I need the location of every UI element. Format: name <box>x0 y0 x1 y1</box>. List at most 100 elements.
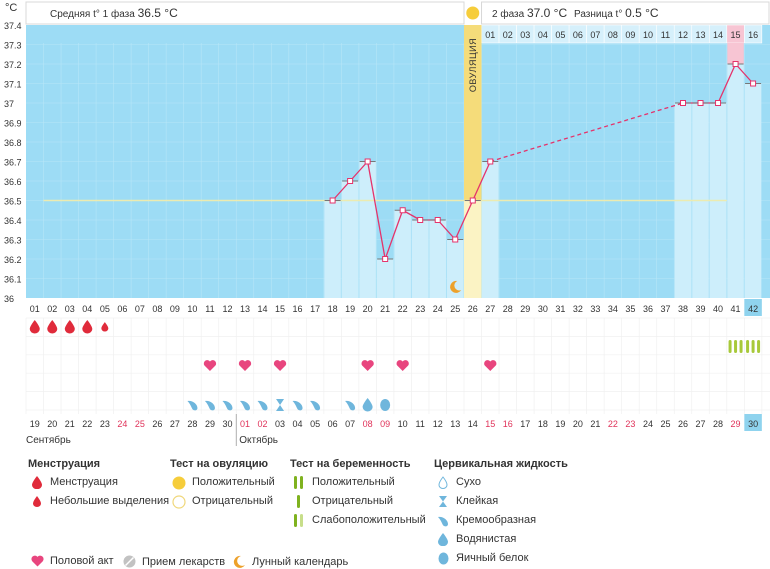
ovulation-label: ОВУЛЯЦИЯ <box>468 38 478 92</box>
y-tick-label: 36.7 <box>4 158 22 168</box>
calendar-date-label: 20 <box>573 419 583 429</box>
cycle-day-label: 07 <box>135 304 145 314</box>
cycle-day-label: 09 <box>170 304 180 314</box>
y-tick-label: 37 <box>4 99 14 109</box>
cycle-day-label: 08 <box>152 304 162 314</box>
phase2-day-label: 16 <box>748 30 758 40</box>
cycle-day-label: 31 <box>555 304 565 314</box>
legend-fluid-item: Яичный белок <box>434 549 568 568</box>
pregnancy-test-icon <box>746 340 750 353</box>
cycle-day-label: 40 <box>713 304 723 314</box>
cycle-day-label: 28 <box>503 304 513 314</box>
moon-icon <box>230 555 248 569</box>
legend-label: Сухо <box>456 476 481 488</box>
cycle-day-label: 36 <box>643 304 653 314</box>
temperature-difference: Разница t° 0.5 °C <box>574 6 659 20</box>
temperature-bar <box>411 220 429 298</box>
cycle-day-label: 25 <box>450 304 460 314</box>
two-lines-icon <box>290 476 308 489</box>
phase2-day-label: 01 <box>485 30 495 40</box>
highlight-bar <box>727 43 744 64</box>
phase1-value: 36.5 °C <box>138 6 178 20</box>
legend-label: Прием лекарств <box>142 555 226 568</box>
diff-label: Разница t° <box>574 9 625 20</box>
cycle-day-label: 04 <box>82 304 92 314</box>
temperature-point <box>680 100 686 106</box>
temperature-point <box>750 80 757 87</box>
legend-label: Клейкая <box>456 495 499 507</box>
diff-value: 0.5 °C <box>625 6 659 20</box>
legend-label: Положительный <box>192 476 275 488</box>
calendar-date-label: 28 <box>713 419 723 429</box>
phase2-day-label: 06 <box>573 30 583 40</box>
y-tick-label: 37.3 <box>4 41 22 51</box>
legend-menstruation: Менструация Менструация Небольшие выделе… <box>28 455 169 511</box>
calendar-date-label: 17 <box>520 419 530 429</box>
calendar-date-label: 12 <box>433 419 443 429</box>
temperature-bar <box>376 259 394 298</box>
cycle-day-label: 11 <box>205 304 214 314</box>
pregnancy-test-icon <box>757 340 761 353</box>
calendar-date-label: 18 <box>538 419 548 429</box>
calendar-date-label: 05 <box>310 419 320 429</box>
positive-circle-icon <box>170 476 188 490</box>
calendar-date-label: 21 <box>590 419 600 429</box>
phase2-day-label: 15 <box>731 30 741 40</box>
calendar-date-label: 26 <box>678 419 688 429</box>
cycle-day-label: 29 <box>520 304 530 314</box>
heart-icon <box>28 555 46 567</box>
calendar-date-label: 26 <box>152 419 162 429</box>
legend-pregnancy-item: Отрицательный <box>290 492 426 511</box>
phase2-value: 37.0 °C <box>527 6 567 20</box>
creamy-drop-icon <box>434 515 452 527</box>
cycle-day-label: 02 <box>47 304 57 314</box>
legend-label: Отрицательный <box>312 495 393 507</box>
legend-label: Яичный белок <box>456 552 529 564</box>
calendar-date-label: 23 <box>100 419 110 429</box>
legend-intercourse: Половой акт <box>28 555 114 567</box>
fertility-chart-page: °C Средняя t° 1 фаза 36.5 °C 2 фаза 37.0 °… <box>0 0 770 569</box>
legend-label: Отрицательный <box>192 495 273 507</box>
legend-label: Водянистая <box>456 533 517 545</box>
legend-ovulation-test: Тест на овуляцию Положительный Отрицател… <box>170 455 275 511</box>
calendar-date-label: 25 <box>660 419 670 429</box>
temperature-point <box>452 236 459 243</box>
phase2-day-label: 02 <box>503 30 513 40</box>
calendar-date-label: 24 <box>117 419 127 429</box>
legend-menstruation-item: Менструация <box>28 473 169 492</box>
calendar-date-label: 27 <box>170 419 180 429</box>
calendar-date-label: 21 <box>65 419 75 429</box>
temperature-point <box>434 217 441 223</box>
egg-white-fluid-icon <box>380 399 391 411</box>
legend-label: Менструация <box>50 476 118 488</box>
legend: Менструация Менструация Небольшие выделе… <box>0 455 770 569</box>
cycle-day-label: 05 <box>100 304 110 314</box>
pregnancy-test-icon <box>751 340 755 353</box>
cycle-day-label: 30 <box>538 304 548 314</box>
sticky-hourglass-icon <box>434 495 452 508</box>
calendar-date-label: 11 <box>416 419 425 429</box>
legend-pregnancy-item: Слабоположительный <box>290 511 426 530</box>
cycle-day-label: 39 <box>696 304 706 314</box>
legend-fluid-item: Водянистая <box>434 530 568 549</box>
calendar-date-label: 16 <box>503 419 513 429</box>
legend-moon: Лунный календарь <box>230 555 348 569</box>
legend-ovulation-item: Отрицательный <box>170 492 275 511</box>
cycle-day-label: 14 <box>258 304 268 314</box>
y-tick-label: 36 <box>4 294 14 304</box>
month-label: Октябрь <box>239 434 278 446</box>
temperature-bar <box>341 181 359 298</box>
egg-white-icon <box>434 552 452 565</box>
legend-label: Небольшие выделения <box>50 495 170 507</box>
calendar-date-label: 27 <box>696 419 706 429</box>
ovulation-test-positive-icon <box>466 6 480 20</box>
cycle-day-label: 37 <box>660 304 670 314</box>
legend-pregnancy-title: Тест на беременность <box>290 458 411 470</box>
phase1-average: Средняя t° 1 фаза 36.5 °C <box>50 6 178 20</box>
phase2-day-label: 09 <box>625 30 635 40</box>
legend-medication: Прием лекарств <box>120 555 225 568</box>
y-tick-label: 37.2 <box>4 60 22 70</box>
calendar-date-label: 24 <box>643 419 653 429</box>
cycle-day-label: 32 <box>573 304 583 314</box>
calendar-date-label: 19 <box>555 419 565 429</box>
